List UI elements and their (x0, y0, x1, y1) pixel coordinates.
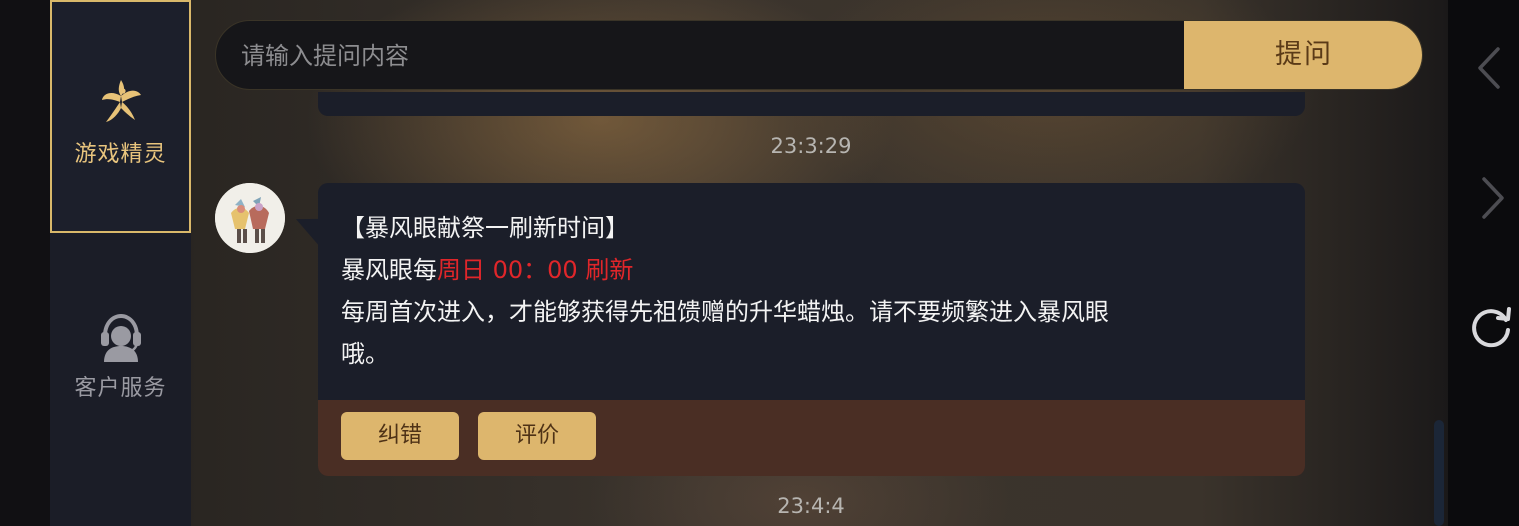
fairy-avatar-icon (215, 183, 285, 253)
question-input[interactable] (216, 21, 1211, 89)
forward-arrow-icon[interactable] (1468, 175, 1514, 221)
rate-button[interactable]: 评价 (478, 412, 596, 460)
message-detail-line: 每周首次进入，才能够获得先祖馈赠的升华蜡烛。请不要频繁进入暴风眼 (341, 298, 1109, 326)
message-timestamp: 23:3:29 (770, 134, 852, 158)
sidebar-item-label: 游戏精灵 (74, 142, 167, 167)
sidebar-item-game-fairy[interactable]: 游戏精灵 (50, 0, 191, 233)
avatar (215, 183, 285, 253)
sidebar-item-label: 客户服务 (74, 376, 167, 401)
sidebar-item-customer-service[interactable]: 客户服务 (50, 300, 191, 410)
customer-service-icon (100, 314, 141, 362)
fairy-icon (101, 80, 141, 122)
back-arrow-icon[interactable] (1468, 45, 1514, 91)
answer-message-bubble: 【暴风眼献祭一刷新时间】 暴风眼每周日 00：00 刷新 每周首次进入，才能够获… (318, 183, 1305, 476)
question-search-bar: 提问 (215, 20, 1423, 90)
chat-scrollbar[interactable] (1434, 420, 1444, 526)
message-body: 【暴风眼献祭一刷新时间】 暴风眼每周日 00：00 刷新 每周首次进入，才能够获… (318, 183, 1305, 400)
left-screen-edge (0, 0, 50, 526)
sidebar: 游戏精灵 客户服务 (50, 0, 191, 526)
refresh-prefix: 暴风眼每 (341, 256, 437, 284)
message-actions: 纠错 评价 (318, 400, 1305, 476)
message-detail-line-end: 哦。 (341, 340, 389, 368)
ask-button[interactable]: 提问 (1184, 21, 1422, 89)
refresh-time-highlight: 周日 00：00 刷新 (437, 256, 634, 284)
message-refresh-line: 暴风眼每周日 00：00 刷新 (341, 249, 1305, 291)
message-title: 【暴风眼献祭一刷新时间】 (341, 214, 629, 242)
message-timestamp: 23:4:4 (777, 494, 845, 518)
refresh-icon[interactable] (1468, 304, 1514, 350)
correct-error-button[interactable]: 纠错 (341, 412, 459, 460)
previous-message-bubble (318, 92, 1305, 116)
